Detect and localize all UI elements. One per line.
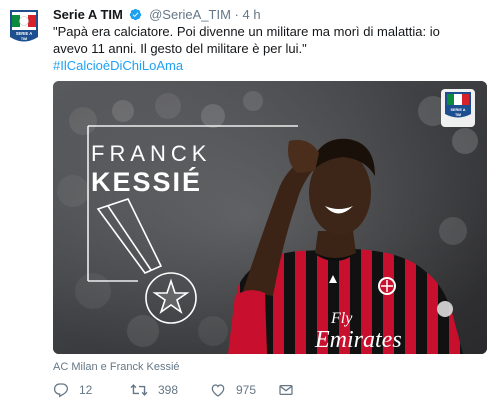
tagged-users[interactable]: AC Milan e Franck Kessié bbox=[53, 361, 180, 373]
sponsor-line1: Fly bbox=[330, 310, 353, 327]
player-first-name: FRANCK bbox=[91, 141, 211, 166]
author-avatar[interactable]: SERIE A TIM bbox=[8, 9, 40, 46]
avatar-logo-line1: SERIE A bbox=[16, 31, 33, 36]
tweet-header: Serie A TIM @SerieA_TIM · 4 h bbox=[53, 7, 261, 23]
reply-count: 12 bbox=[79, 383, 93, 397]
hashtag-link[interactable]: #IlCalcioèDiChiLoAma bbox=[53, 58, 183, 74]
author-display-name[interactable]: Serie A TIM bbox=[53, 7, 123, 22]
player-last-name: KESSIÉ bbox=[91, 166, 202, 197]
heart-icon bbox=[211, 384, 225, 397]
speech-bubble-icon bbox=[53, 383, 69, 398]
badge-logo-line1: SERIE A bbox=[450, 108, 465, 112]
verified-check-icon bbox=[129, 8, 142, 21]
direct-message-button[interactable] bbox=[278, 382, 294, 398]
envelope-icon bbox=[279, 385, 293, 395]
like-count: 975 bbox=[236, 383, 257, 397]
retweet-button[interactable]: 398 bbox=[130, 382, 210, 398]
reply-button[interactable]: 12 bbox=[53, 382, 130, 398]
header-separator: · bbox=[234, 7, 239, 22]
tweet-actions: 12 398 975 bbox=[53, 380, 294, 400]
like-button[interactable]: 975 bbox=[210, 382, 278, 398]
tweet-timestamp[interactable]: 4 h bbox=[243, 7, 261, 22]
tweet-text: "Papà era calciatore. Poi divenne un mil… bbox=[53, 24, 440, 56]
serie-a-badge-logo: SERIE A TIM bbox=[441, 89, 475, 127]
retweet-arrows-icon bbox=[130, 384, 148, 396]
author-handle[interactable]: @SerieA_TIM bbox=[149, 7, 231, 22]
badge-logo-line2: TIM bbox=[455, 113, 461, 117]
sponsor-line2: Emirates bbox=[314, 327, 402, 353]
serie-a-logo: SERIE A TIM bbox=[10, 10, 38, 42]
avatar-logo-line2: TIM bbox=[21, 37, 27, 41]
tweet-media-image[interactable]: FRANCK KESSIÉ Fly Emirates SERIE A TIM bbox=[53, 81, 487, 354]
retweet-count: 398 bbox=[158, 383, 179, 397]
